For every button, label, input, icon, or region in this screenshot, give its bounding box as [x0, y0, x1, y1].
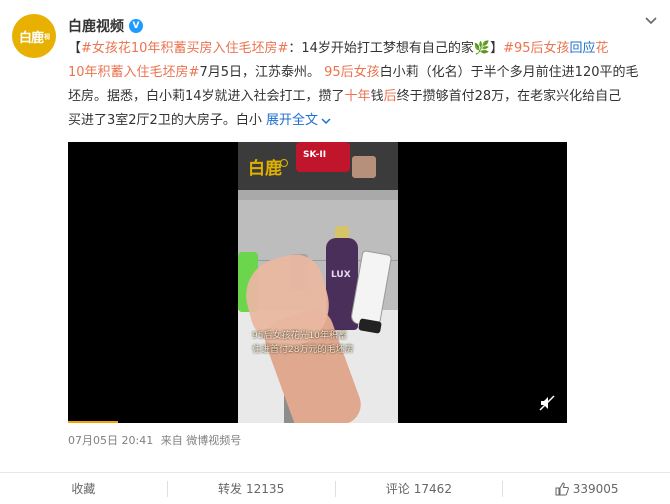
like-button[interactable]: 339005 [502, 480, 670, 497]
post-header: 白鹿视频 V [68, 16, 143, 36]
post-datetime[interactable]: 07月05日 20:41 [68, 434, 153, 447]
post-text: 【#女孩花10年积蓄买房入住毛坯房#：14岁开始打工梦想有自己的家🌿】#95后女… [68, 37, 660, 133]
comment-label: 评论 [385, 482, 410, 496]
favorite-label: 收藏 [71, 482, 96, 496]
text-line3: 坯房。据悉，白小莉14岁就进入社会打工，攒了 [68, 89, 345, 104]
highlight-95: 95后女孩 [324, 65, 380, 80]
caption-line2: 住进首付28万元的毛坯房 [252, 345, 354, 355]
topic-link-2-part1[interactable]: #95后女孩 [503, 41, 569, 56]
text-bracket-close: 】 [490, 41, 504, 56]
video-frame: SK-II LUX 白鹿 95后女孩花光10年积蓄 住进首付28万元的毛坯房 [238, 142, 398, 423]
repost-button[interactable]: 转发 12135 [166, 480, 335, 497]
highlight-after: 后 [383, 89, 397, 104]
username[interactable]: 白鹿视频 [68, 16, 124, 36]
repost-count: 12135 [246, 481, 285, 496]
verified-icon: V [129, 19, 143, 33]
action-bar: 收藏 转发 12135 评论 17462 339005 [0, 472, 670, 504]
product-label: SK-II [303, 150, 327, 160]
post-source: 来自 微博视频号 [160, 434, 242, 447]
avatar[interactable]: 白鹿视 [12, 14, 56, 58]
text-bracket-open: 【 [68, 41, 82, 56]
lux-label: LUX [331, 270, 351, 280]
post-meta: 07月05日 20:41 来自 微博视频号 [68, 432, 241, 448]
video-progress-bar[interactable] [68, 421, 118, 423]
text-line2: 7月5日，江苏泰州。 [199, 65, 320, 80]
text-line3-money: 钱 [370, 89, 384, 104]
text-line3-rest: 终于攒够首付28万，在老家兴化给自己 [396, 89, 622, 104]
comment-count: 17462 [413, 481, 452, 496]
mute-icon[interactable] [539, 395, 555, 411]
logo-mark [280, 159, 288, 167]
thumbs-up-icon [555, 481, 569, 495]
topic-link-2-part3[interactable]: 10年积蓄入住毛坯房# [68, 65, 199, 80]
topic-link-1[interactable]: #女孩花10年积蓄买房入住毛坯房# [81, 41, 288, 56]
video-caption: 95后女孩花光10年积蓄 住进首付28万元的毛坯房 [252, 329, 353, 357]
text-line4: 买进了3室2厅2卫的大房子。白小 [68, 113, 266, 128]
chevron-down-icon[interactable] [321, 116, 331, 126]
video-logo: 白鹿 [248, 159, 282, 179]
text-line2-rest: 白小莉（化名）于半个多月前住进120平的毛 [379, 65, 639, 80]
leaf-emoji: 🌿 [473, 41, 491, 56]
like-count: 339005 [572, 481, 619, 496]
text-line1: ：14岁开始打工梦想有自己的家 [288, 41, 474, 56]
comment-button[interactable]: 评论 17462 [334, 480, 503, 497]
avatar-text: 白鹿 [18, 30, 44, 46]
avatar-sub: 视 [44, 33, 50, 41]
chevron-down-icon[interactable] [644, 14, 658, 28]
caption-line1: 95后女孩花光10年积蓄 [252, 331, 347, 341]
expand-link[interactable]: 展开全文 [266, 113, 318, 128]
topic-link-2-reply[interactable]: 回应 [570, 41, 596, 56]
highlight-ten-years: 十年 [344, 89, 371, 104]
favorite-button[interactable]: 收藏 [0, 481, 167, 497]
topic-link-2-part2[interactable]: 花 [596, 41, 609, 56]
shelf-edge [238, 190, 398, 200]
soap-bar [352, 156, 376, 178]
video-player[interactable]: SK-II LUX 白鹿 95后女孩花光10年积蓄 住进首付28万元的毛坯房 [68, 142, 567, 423]
repost-label: 转发 [218, 482, 243, 496]
